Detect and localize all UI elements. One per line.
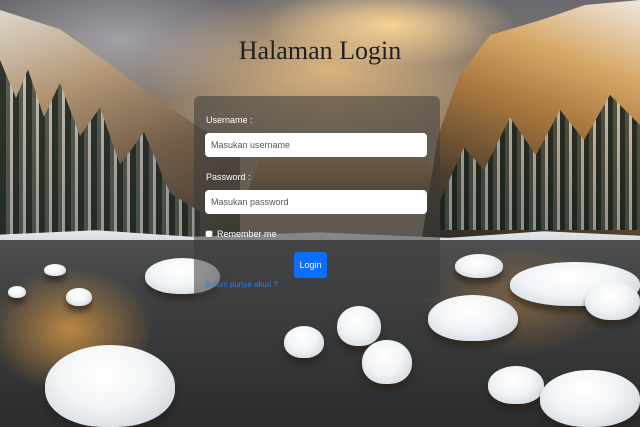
snow-rock <box>44 264 66 276</box>
snow-rock <box>585 282 640 320</box>
login-button[interactable]: Login <box>294 252 327 278</box>
snow-rock <box>8 286 26 298</box>
snow-rock <box>337 306 381 346</box>
remember-me-checkbox[interactable] <box>205 230 213 238</box>
snow-rock <box>45 345 175 427</box>
snow-rock <box>284 326 324 358</box>
register-link[interactable]: Belum punya akun ? <box>205 280 278 289</box>
snow-rock <box>66 288 92 306</box>
remember-me-row: Remember me <box>205 229 277 239</box>
username-input[interactable] <box>205 133 427 157</box>
snow-rock <box>488 366 544 404</box>
password-input[interactable] <box>205 190 427 214</box>
login-card: Username : Password : Remember me Login … <box>194 96 440 298</box>
snow-rock <box>428 295 518 341</box>
snow-rock <box>540 370 640 427</box>
password-label: Password : <box>206 172 251 182</box>
snow-rock <box>362 340 412 384</box>
username-label: Username : <box>206 115 253 125</box>
remember-me-label: Remember me <box>217 229 277 239</box>
snow-rock <box>455 254 503 278</box>
page-title: Halaman Login <box>238 36 402 65</box>
